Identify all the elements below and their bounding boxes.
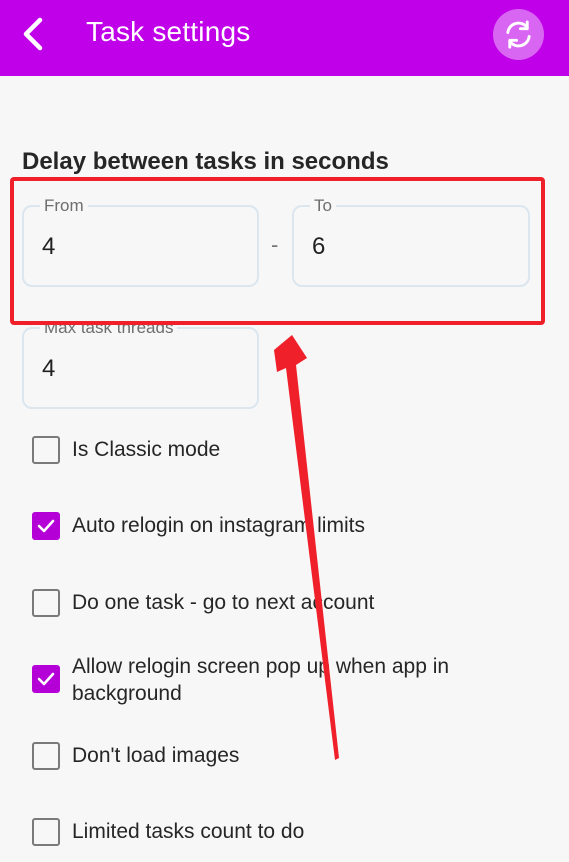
option-label: Don't load images <box>72 744 240 767</box>
refresh-button[interactable] <box>493 9 544 60</box>
option-label: Limited tasks count to do <box>72 820 305 843</box>
page-title: Task settings <box>86 16 251 47</box>
max-threads-field[interactable]: Max task threads 4 <box>22 318 259 409</box>
no-images-checkbox[interactable] <box>32 742 60 770</box>
delay-section-title: Delay between tasks in seconds <box>22 148 389 175</box>
auto-relogin-checkbox[interactable] <box>32 512 60 540</box>
delay-to-value: 6 <box>312 233 326 260</box>
option-label: Auto relogin on instagram limits <box>72 514 365 537</box>
checkmark-icon <box>37 672 55 686</box>
checkmark-icon <box>37 519 55 533</box>
max-threads-label: Max task threads <box>40 318 178 338</box>
option-label: Do one task - go to next account <box>72 591 375 614</box>
delay-from-value: 4 <box>42 233 56 260</box>
relogin-popup-checkbox[interactable] <box>32 665 60 693</box>
annotation-arrow <box>274 335 339 760</box>
range-separator: - <box>271 232 279 257</box>
delay-from-field[interactable]: From 4 <box>22 196 259 287</box>
max-threads-value: 4 <box>42 355 56 382</box>
delay-to-field[interactable]: To 6 <box>292 196 530 287</box>
refresh-icon <box>506 20 531 49</box>
delay-to-label: To <box>310 196 336 216</box>
limited-tasks-checkbox[interactable] <box>32 818 60 846</box>
classic-mode-checkbox[interactable] <box>32 436 60 464</box>
chevron-left-icon[interactable] <box>18 14 48 54</box>
one-task-checkbox[interactable] <box>32 589 60 617</box>
app-bar: Task settings <box>0 0 569 76</box>
delay-from-label: From <box>40 196 88 216</box>
option-label: Is Classic mode <box>72 438 221 461</box>
option-label: Allow relogin screen pop up when app in … <box>72 655 450 705</box>
